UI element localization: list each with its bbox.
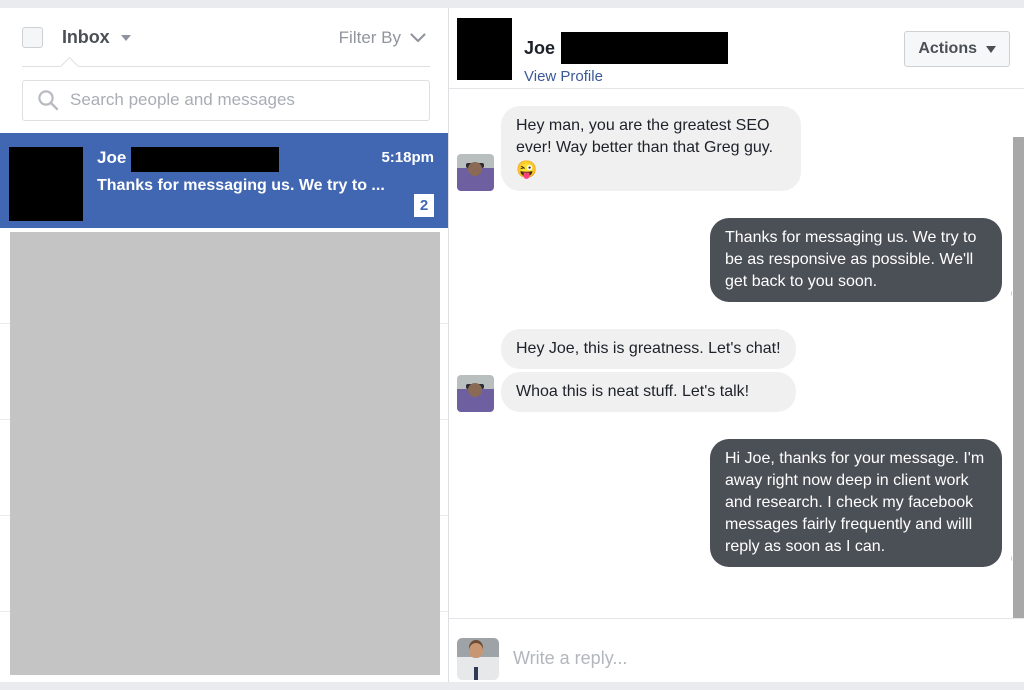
search-area bbox=[0, 67, 448, 133]
avatar bbox=[457, 154, 494, 191]
actions-button-label: Actions bbox=[918, 40, 977, 57]
actions-button[interactable]: Actions bbox=[904, 31, 1010, 67]
reply-input[interactable] bbox=[513, 648, 1010, 669]
message-bubble: Thanks for messaging us. We try to be as… bbox=[710, 218, 1024, 302]
thread-panel: Joe View Profile Actions Hey man, you ar… bbox=[449, 8, 1024, 690]
caret-down-icon bbox=[120, 34, 131, 41]
conversation-title-row: Joe 5:18pm bbox=[97, 147, 434, 172]
redacted-conversations-region[interactable] bbox=[0, 228, 448, 690]
message-group-outgoing: Thanks for messaging us. We try to be as… bbox=[449, 215, 1024, 302]
chevron-down-icon bbox=[410, 32, 426, 43]
thread-scrollbar[interactable] bbox=[1012, 137, 1024, 618]
message-thread: Hey man, you are the greatest SEO ever! … bbox=[449, 89, 1024, 618]
avatar bbox=[457, 375, 494, 412]
message-text: Hi Joe, thanks for your message. I'm awa… bbox=[725, 450, 985, 555]
emoji-tongue-out-icon: 😜 bbox=[516, 160, 538, 179]
messenger-app: Inbox Filter By Search people and messag… bbox=[0, 0, 1024, 690]
thread-meta: Joe View Profile bbox=[512, 18, 729, 85]
message-group-incoming: Hey Joe, this is greatness. Let's chat! … bbox=[449, 326, 1024, 412]
unread-count-badge: 2 bbox=[414, 194, 434, 217]
reply-composer bbox=[449, 618, 1024, 690]
inbox-tab-label: Inbox bbox=[62, 27, 110, 47]
view-profile-link[interactable]: View Profile bbox=[524, 68, 728, 85]
search-icon bbox=[37, 89, 59, 111]
conversation-timestamp: 5:18pm bbox=[381, 149, 434, 166]
message-bubble: Hey man, you are the greatest SEO ever! … bbox=[501, 106, 801, 191]
conversation-list[interactable]: Joe 5:18pm Thanks for messaging us. We t… bbox=[0, 133, 448, 690]
bubble-stack: Hi Joe, thanks for your message. I'm awa… bbox=[710, 436, 1024, 567]
page-title: Joe bbox=[524, 38, 556, 58]
search-input[interactable] bbox=[70, 90, 429, 110]
caret-down-icon bbox=[986, 45, 996, 53]
thread-name-row: Joe bbox=[524, 32, 729, 64]
avatar bbox=[9, 147, 83, 221]
conversation-body: Joe 5:18pm Thanks for messaging us. We t… bbox=[83, 147, 434, 217]
bubble-stack: Hey man, you are the greatest SEO ever! … bbox=[501, 103, 801, 191]
message-bubble: Hey Joe, this is greatness. Let's chat! bbox=[501, 329, 796, 369]
message-text: Thanks for messaging us. We try to be as… bbox=[725, 229, 977, 290]
list-item[interactable]: Joe 5:18pm Thanks for messaging us. We t… bbox=[0, 133, 448, 228]
active-tab-indicator bbox=[58, 56, 80, 67]
message-bubble: Hi Joe, thanks for your message. I'm awa… bbox=[710, 439, 1024, 567]
search-box[interactable] bbox=[22, 79, 430, 121]
conversation-snippet: Thanks for messaging us. We try to ... bbox=[97, 177, 385, 194]
filter-by-label: Filter By bbox=[338, 27, 401, 47]
select-all-checkbox[interactable] bbox=[22, 27, 43, 48]
header-divider bbox=[22, 66, 430, 67]
message-group-outgoing: Hi Joe, thanks for your message. I'm awa… bbox=[449, 436, 1024, 567]
bubble-stack: Thanks for messaging us. We try to be as… bbox=[710, 215, 1024, 302]
avatar bbox=[457, 637, 499, 680]
thread-header: Joe View Profile Actions bbox=[449, 8, 1024, 89]
message-bubble: Whoa this is neat stuff. Let's talk! bbox=[501, 372, 796, 412]
redacted-name-block bbox=[131, 147, 280, 172]
message-group-incoming: Hey man, you are the greatest SEO ever! … bbox=[449, 103, 1024, 191]
inbox-header: Inbox Filter By bbox=[0, 8, 448, 67]
message-text: Hey man, you are the greatest SEO ever! … bbox=[516, 117, 774, 156]
conversation-name: Joe bbox=[97, 148, 127, 167]
filter-by-button[interactable]: Filter By bbox=[339, 28, 430, 48]
redaction-overlay bbox=[10, 232, 440, 675]
avatar bbox=[457, 18, 512, 80]
bubble-stack: Hey Joe, this is greatness. Let's chat! … bbox=[501, 326, 796, 412]
scrollbar-thumb[interactable] bbox=[1013, 137, 1024, 618]
tab-inbox[interactable]: Inbox bbox=[62, 27, 131, 48]
redacted-name-block bbox=[561, 32, 729, 64]
window-bottom-strip bbox=[0, 682, 1024, 690]
inbox-panel: Inbox Filter By Search people and messag… bbox=[0, 8, 449, 690]
